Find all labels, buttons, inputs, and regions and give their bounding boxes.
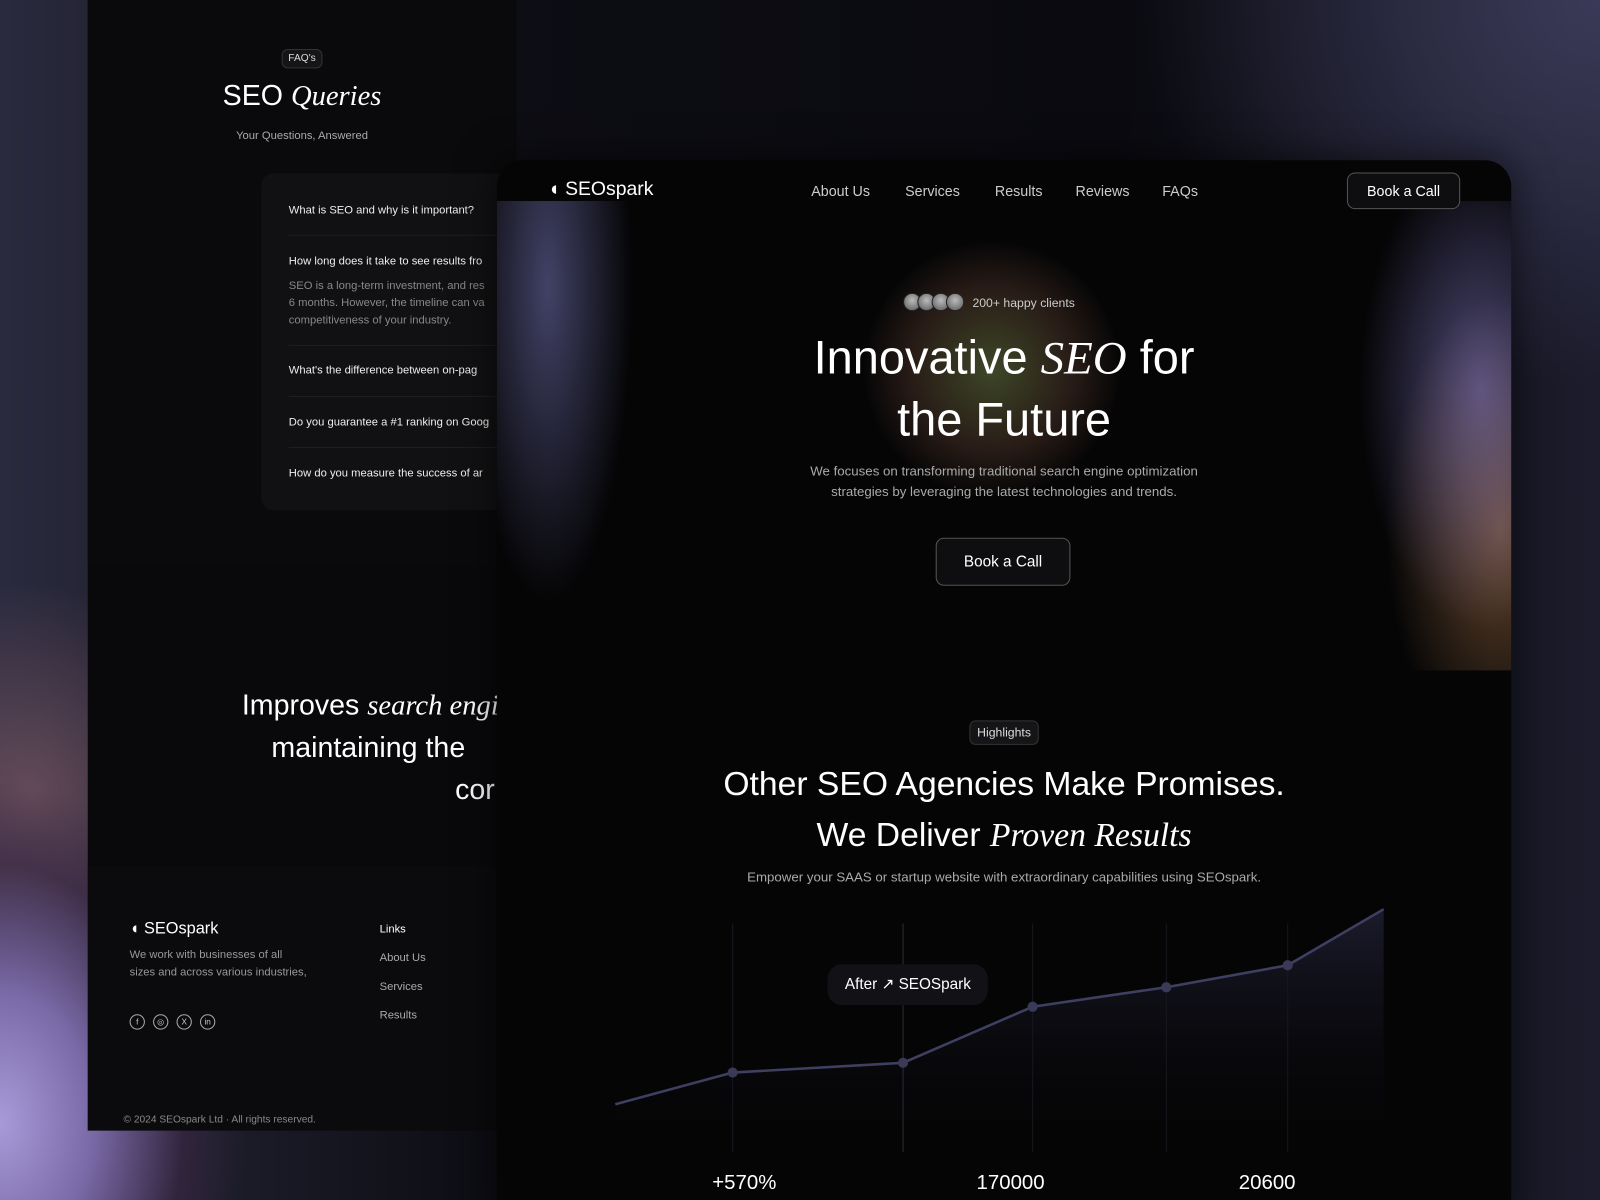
faq-page-preview: FAQ's SEO Queries Your Questions, Answer… <box>87 0 517 1131</box>
faq-answer: SEO is a long-term investment, and res 6 … <box>288 279 485 327</box>
chart-point <box>897 1057 909 1068</box>
footer: ◖ SEOspark We work with businesses of al… <box>87 865 517 1131</box>
logo-icon: ◖ <box>129 920 140 938</box>
linkedin-icon[interactable]: in <box>199 1014 216 1030</box>
faq-question[interactable]: How long does it take to see results fro <box>289 255 482 267</box>
social-links: f ◎ Xin <box>129 1011 224 1030</box>
footer-description: We work with businesses of all sizes and… <box>129 948 307 979</box>
faq-section: FAQ's SEO Queries Your Questions, Answer… <box>87 0 517 567</box>
x-icon[interactable]: X <box>176 1014 192 1030</box>
chart-area <box>615 909 1384 1154</box>
faq-question[interactable]: Do you guarantee a #1 ranking on Goog <box>289 416 489 428</box>
stage: FAQ's SEO Queries Your Questions, Answer… <box>0 0 1600 1200</box>
links-heading: Links <box>379 923 406 936</box>
improves-heading: Improves search engin maintaining the co… <box>241 688 514 806</box>
stat-value: 20600 <box>1238 1171 1296 1194</box>
faq-list: What is SEO and why is it important? How… <box>261 173 517 511</box>
faq-question[interactable]: What's the difference between on-pag <box>289 364 478 376</box>
growth-chart <box>614 908 1385 1154</box>
chart-point <box>727 1067 738 1078</box>
faq-question[interactable]: What is SEO and why is it important? <box>289 204 474 216</box>
stat-value: +570% <box>712 1171 777 1194</box>
arrow-up-right-icon: ↗ <box>881 975 895 993</box>
chart-point <box>1161 982 1172 993</box>
faq-title: SEO Queries <box>222 79 382 113</box>
chart-point <box>1282 960 1293 971</box>
stat-value: 170000 <box>976 1171 1045 1194</box>
chart-point <box>1027 1001 1038 1012</box>
footer-logo[interactable]: ◖ SEOspark <box>130 920 219 938</box>
copyright: © 2024 SEOspark Ltd · All rights reserve… <box>123 1114 316 1126</box>
faq-badge: FAQ's <box>281 48 323 69</box>
landing-page: ◖ SEOspark About Us Services Results Rev… <box>496 160 1512 1200</box>
footer-link[interactable]: Services <box>380 981 423 993</box>
faq-question[interactable]: How do you measure the success of ar <box>289 467 483 479</box>
faq-subtitle: Your Questions, Answered <box>236 129 368 142</box>
instagram-icon[interactable]: ◎ <box>153 1014 169 1030</box>
facebook-icon[interactable]: f <box>129 1014 145 1030</box>
footer-link[interactable]: About Us <box>380 952 426 964</box>
footer-link[interactable]: Results <box>380 1009 417 1021</box>
chart-tooltip: After ↗ SEOSpark <box>827 964 989 1006</box>
